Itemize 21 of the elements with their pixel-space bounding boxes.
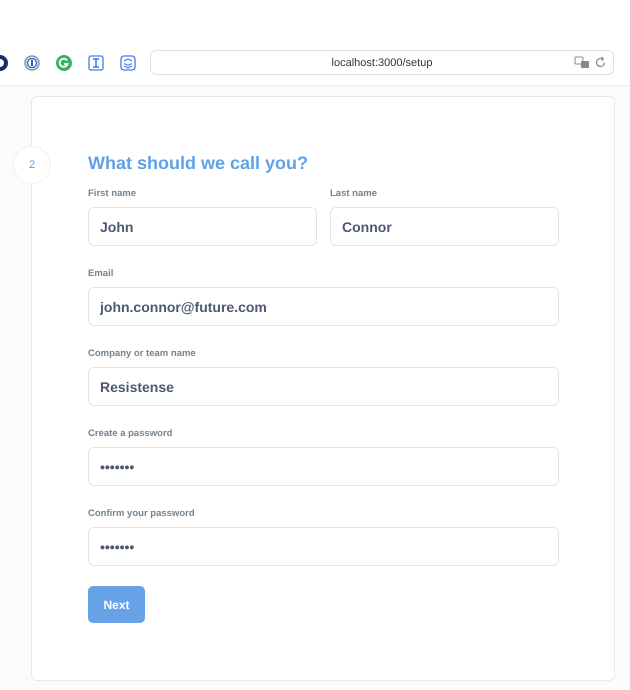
field-label: Company or team name bbox=[88, 348, 197, 360]
field-label: Confirm your password bbox=[88, 508, 196, 520]
step-number: 2 bbox=[13, 146, 51, 184]
field-label: First name bbox=[88, 188, 138, 200]
translate-icon[interactable] bbox=[574, 56, 590, 69]
address-bar[interactable]: localhost:3000/setup bbox=[150, 50, 614, 75]
input-field[interactable]: John bbox=[88, 207, 317, 246]
field-label: Last name bbox=[330, 188, 378, 200]
input-field[interactable]: ••••••• bbox=[88, 527, 559, 566]
input-field[interactable]: Resistense bbox=[88, 367, 559, 406]
layers-icon[interactable] bbox=[120, 54, 136, 70]
form-title: What should we call you? bbox=[88, 153, 310, 174]
reload-icon[interactable] bbox=[594, 56, 607, 69]
text-cursor-icon[interactable] bbox=[88, 54, 104, 70]
input-field[interactable]: ••••••• bbox=[88, 447, 559, 486]
lock-circle-icon[interactable] bbox=[24, 54, 40, 70]
input-field[interactable]: john.connor@future.com bbox=[88, 287, 559, 326]
g-letter-icon[interactable] bbox=[56, 54, 72, 70]
input-field[interactable]: Connor bbox=[330, 207, 559, 246]
field-label: Email bbox=[88, 268, 114, 280]
field-label: Create a password bbox=[88, 428, 174, 440]
